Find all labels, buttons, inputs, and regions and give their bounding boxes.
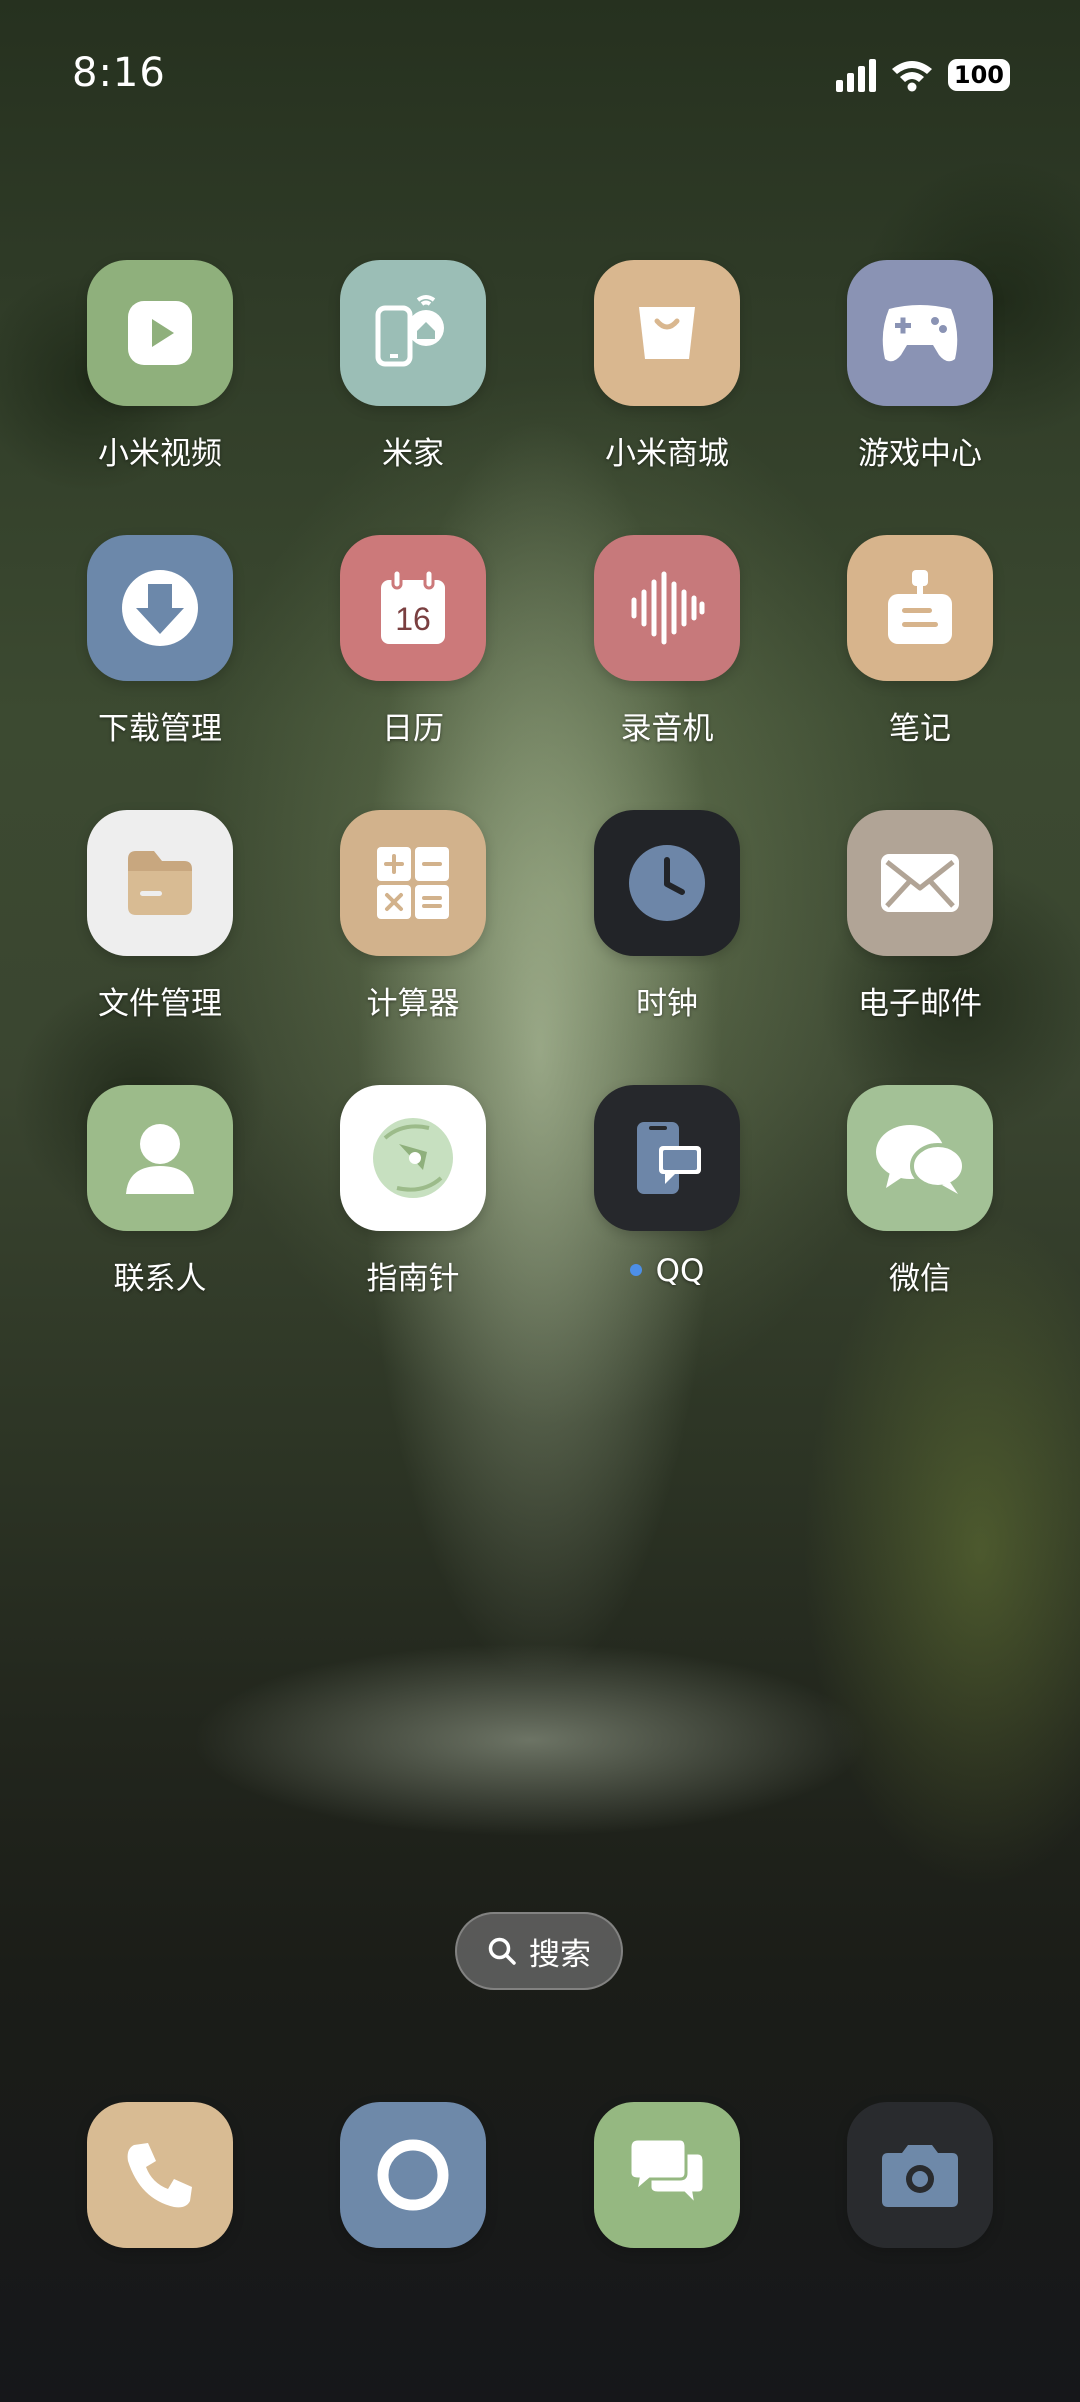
cellular-signal-icon bbox=[835, 58, 876, 92]
app-game-center[interactable]: 游戏中心 bbox=[830, 260, 1010, 473]
app-label: 指南针 bbox=[366, 1261, 460, 1297]
app-notes[interactable]: 笔记 bbox=[830, 535, 1010, 748]
gamepad-icon bbox=[847, 260, 993, 406]
new-badge-dot bbox=[629, 1263, 642, 1276]
app-label: 计算器 bbox=[366, 986, 460, 1022]
messages-icon bbox=[594, 2102, 740, 2248]
calendar-icon: 16 bbox=[340, 535, 486, 681]
status-bar: 8:16 100 bbox=[0, 0, 1080, 150]
folder-icon bbox=[87, 810, 233, 956]
app-label: QQ bbox=[577, 1253, 757, 1289]
app-label: 微信 bbox=[889, 1261, 951, 1297]
app-label: 日历 bbox=[382, 711, 444, 747]
browser-icon bbox=[340, 2102, 486, 2248]
app-label: 小米商城 bbox=[605, 436, 729, 472]
contact-icon bbox=[87, 1085, 233, 1231]
app-qq[interactable]: QQ bbox=[577, 1085, 757, 1289]
app-contacts[interactable]: 联系人 bbox=[70, 1085, 250, 1298]
smart-home-icon bbox=[340, 260, 486, 406]
search-label: 搜索 bbox=[529, 1936, 591, 1973]
app-label: 文件管理 bbox=[98, 986, 222, 1022]
calculator-icon bbox=[340, 810, 486, 956]
search-icon bbox=[488, 1937, 516, 1965]
app-label: 笔记 bbox=[889, 711, 951, 747]
dock-browser[interactable] bbox=[323, 2102, 503, 2248]
dock-camera[interactable] bbox=[830, 2102, 1010, 2248]
app-compass[interactable]: 指南针 bbox=[323, 1085, 503, 1298]
phone-icon bbox=[87, 2102, 233, 2248]
wechat-icon bbox=[847, 1085, 993, 1231]
notes-icon bbox=[847, 535, 993, 681]
dock-phone[interactable] bbox=[70, 2102, 250, 2248]
app-label: 米家 bbox=[382, 436, 444, 472]
calendar-day: 16 bbox=[395, 601, 431, 637]
app-mi-home[interactable]: 米家 bbox=[323, 260, 503, 473]
search-button[interactable]: 搜索 bbox=[455, 1912, 623, 1990]
shopping-bag-icon bbox=[594, 260, 740, 406]
app-mi-store[interactable]: 小米商城 bbox=[577, 260, 757, 473]
app-label: 下载管理 bbox=[98, 711, 222, 747]
app-email[interactable]: 电子邮件 bbox=[830, 810, 1010, 1023]
video-play-icon bbox=[87, 260, 233, 406]
app-label: 游戏中心 bbox=[858, 436, 982, 472]
app-downloads[interactable]: 下载管理 bbox=[70, 535, 250, 748]
voice-recorder-icon bbox=[594, 535, 740, 681]
app-label: 联系人 bbox=[113, 1261, 207, 1297]
download-icon bbox=[87, 535, 233, 681]
compass-icon bbox=[340, 1085, 486, 1231]
app-label: 电子邮件 bbox=[858, 986, 982, 1022]
app-file-manager[interactable]: 文件管理 bbox=[70, 810, 250, 1023]
qq-icon bbox=[594, 1085, 740, 1231]
camera-icon bbox=[847, 2102, 993, 2248]
dock-messages[interactable] bbox=[577, 2102, 757, 2248]
app-clock[interactable]: 时钟 bbox=[577, 810, 757, 1023]
app-label: 小米视频 bbox=[98, 436, 222, 472]
status-time: 8:16 bbox=[72, 50, 166, 96]
app-label: 录音机 bbox=[620, 711, 714, 747]
clock-icon bbox=[594, 810, 740, 956]
app-mi-video[interactable]: 小米视频 bbox=[70, 260, 250, 473]
app-calculator[interactable]: 计算器 bbox=[323, 810, 503, 1023]
mail-icon bbox=[847, 810, 993, 956]
app-recorder[interactable]: 录音机 bbox=[577, 535, 757, 748]
status-icons: 100 bbox=[835, 55, 1010, 95]
app-calendar[interactable]: 16 日历 bbox=[323, 535, 503, 748]
app-label: 时钟 bbox=[636, 986, 698, 1022]
app-wechat[interactable]: 微信 bbox=[830, 1085, 1010, 1298]
battery-indicator: 100 bbox=[947, 59, 1010, 91]
wifi-icon bbox=[891, 61, 932, 92]
